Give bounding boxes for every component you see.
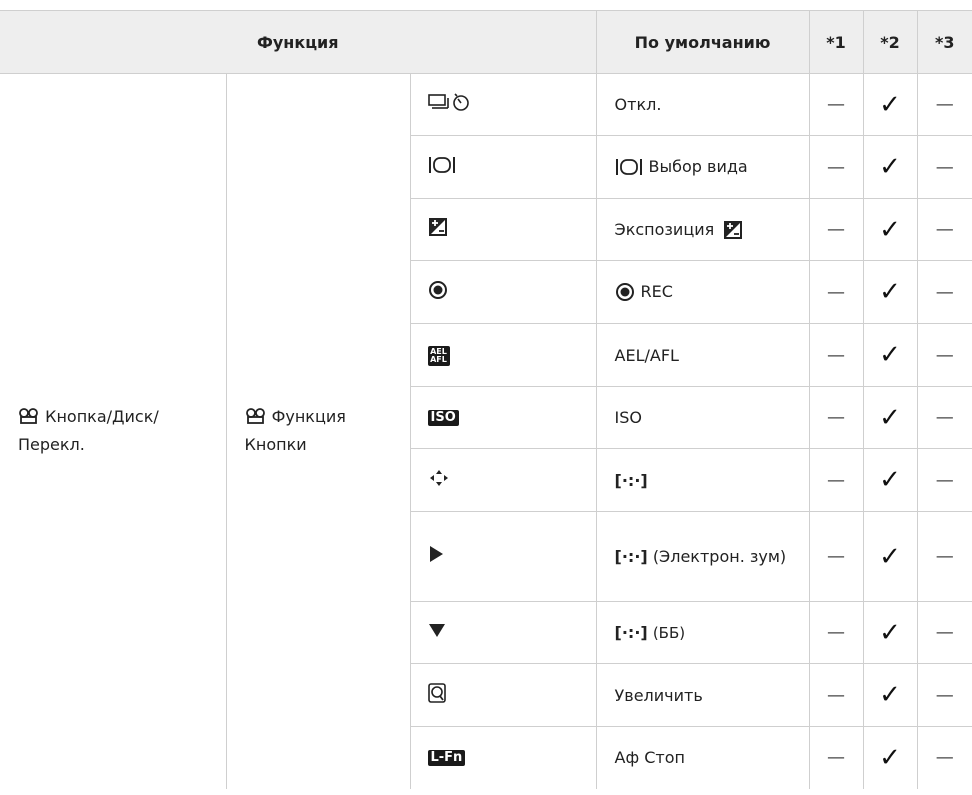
header-function: Функция [0,10,597,74]
movie-mode-icon [18,407,45,426]
col2-mark: ✓ [862,260,918,324]
col2-mark: ✓ [862,726,918,789]
iso-badge: ISO [427,410,459,426]
col2-mark: ✓ [862,323,918,387]
col1-mark: — [808,260,864,324]
af-frame-icon: [·:·] [614,622,648,642]
default-value: Выбор вида [595,135,810,199]
play-triangle-icon [410,511,597,602]
exposure-compensation-icon [410,198,597,261]
col1-mark: — [808,511,864,602]
col2-mark: ✓ [862,448,918,512]
col3-mark: — [916,511,972,602]
header-col2: *2 [862,10,918,74]
default-value-text: Экспозиция [614,219,715,239]
view-selection-icon [615,154,643,181]
col3-mark: — [916,198,972,261]
col2-mark: ✓ [862,135,918,199]
col2-mark: ✓ [862,601,918,664]
af-frame-icon: [·:·] [614,470,648,490]
default-value: Аф Стоп [595,726,810,789]
group-level1-cell: Кнопка/Диск/ Перекл. [0,73,227,789]
col1-mark: — [808,386,864,449]
col3-mark: — [916,323,972,387]
col1-mark: — [808,73,864,136]
default-value: [·:·] (ББ) [595,601,810,664]
iso-icon: ISO [410,386,597,449]
col3-mark: — [916,260,972,324]
col1-mark: — [808,601,864,664]
col3-mark: — [916,73,972,136]
col1-mark: — [808,198,864,261]
col3-mark: — [916,663,972,727]
col3-mark: — [916,135,972,199]
ael-afl-badge: AEL AFL [427,345,450,366]
default-value-text: (ББ) [652,623,686,642]
settings-table: Функция По умолчанию *1 *2 *3 Кнопка/Дис… [0,10,972,789]
col3-mark: — [916,601,972,664]
col2-mark: ✓ [862,198,918,261]
col2-mark: ✓ [862,386,918,449]
drive-self-timer-icon [409,73,597,136]
header-col1: *1 [808,10,864,74]
col3-mark: — [916,726,972,789]
table-header-row: Функция По умолчанию *1 *2 *3 [0,10,972,74]
default-value: [·:·] (Электрон. зум) [595,511,810,602]
movie-mode-icon [245,407,272,426]
down-triangle-icon [410,601,597,664]
record-icon [410,260,597,324]
default-value: ISO [595,386,810,449]
magnify-icon [410,663,597,727]
default-value-text: (Электрон. зум) [652,547,787,566]
view-selection-icon [410,135,597,199]
default-value-text: Выбор вида [648,157,748,176]
default-value: AEL/AFL [595,323,810,387]
header-col3: *3 [916,10,972,74]
col2-mark: ✓ [862,73,918,136]
arrow-pad-icon [410,448,597,512]
record-icon [615,279,635,306]
col3-mark: — [916,448,972,512]
col1-mark: — [808,448,864,512]
col2-mark: ✓ [862,663,918,727]
exposure-compensation-icon [723,217,743,244]
header-default: По умолчанию [595,10,810,74]
l-fn-icon: L-Fn [410,726,597,789]
col2-mark: ✓ [862,511,918,602]
default-value: [·:·] [595,448,810,512]
default-value: Экспозиция [595,198,810,261]
default-value: REC [595,260,810,324]
default-value: Откл. [595,73,810,136]
l-fn-badge: L-Fn [427,750,466,767]
col3-mark: — [916,386,972,449]
col1-mark: — [808,135,864,199]
default-value-text: REC [640,282,673,301]
col1-mark: — [808,726,864,789]
table-row: Кнопка/Диск/ Перекл. Функция Кнопки Откл… [0,73,972,789]
col1-mark: — [808,663,864,727]
default-value: Увеличить [595,663,810,727]
ael-afl-icon: AEL AFL [410,323,597,387]
col1-mark: — [808,323,864,387]
group-level2-cell: Функция Кнопки [225,73,411,789]
af-frame-icon: [·:·] [614,547,648,566]
